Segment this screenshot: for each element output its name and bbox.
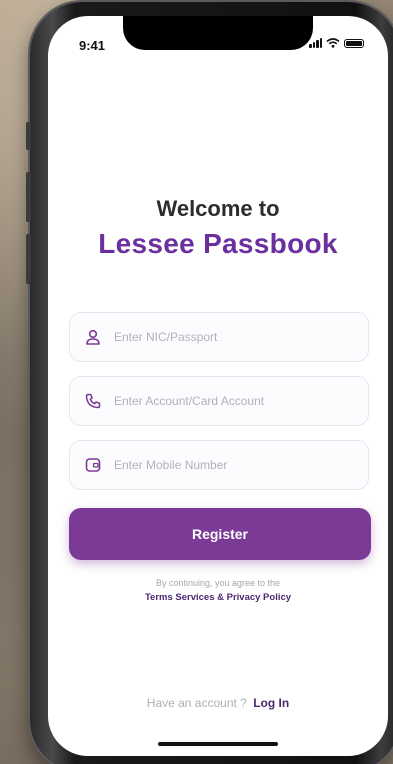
mobile-field[interactable] xyxy=(69,440,369,490)
signal-icon xyxy=(309,38,322,48)
phone-frame: 9:41 Welcome to Lessee Passbook Enter NI… xyxy=(26,2,393,764)
login-link[interactable]: Log In xyxy=(253,696,289,710)
phone-icon xyxy=(85,393,101,409)
welcome-heading: Welcome to xyxy=(156,196,280,221)
mobile-input[interactable] xyxy=(114,458,354,472)
register-button[interactable]: Register xyxy=(69,508,371,560)
user-icon xyxy=(86,329,100,345)
nic-input[interactable] xyxy=(114,330,354,344)
status-icons xyxy=(309,38,364,48)
terms-privacy-link[interactable]: Terms Services & Privacy Policy xyxy=(48,592,388,603)
home-indicator xyxy=(158,742,278,746)
login-prompt-text: Have an account ? xyxy=(146,696,247,710)
account-field[interactable] xyxy=(69,376,369,426)
consent-text: By continuing, you agree to the xyxy=(155,578,281,588)
account-input[interactable] xyxy=(114,394,354,408)
volume-down-button xyxy=(26,234,31,284)
app-title: Lessee Passbook xyxy=(98,228,338,259)
battery-icon xyxy=(344,38,364,48)
notch xyxy=(123,16,313,50)
app-screen: 9:41 Welcome to Lessee Passbook Enter NI… xyxy=(48,16,388,756)
nic-field[interactable] xyxy=(69,312,369,362)
wifi-icon xyxy=(326,38,340,48)
mobile-icon xyxy=(85,458,101,472)
volume-up-button xyxy=(26,172,31,222)
status-time: 9:41 xyxy=(79,38,106,53)
login-prompt: Have an account ? Log In xyxy=(48,696,388,710)
mute-switch xyxy=(26,122,31,150)
